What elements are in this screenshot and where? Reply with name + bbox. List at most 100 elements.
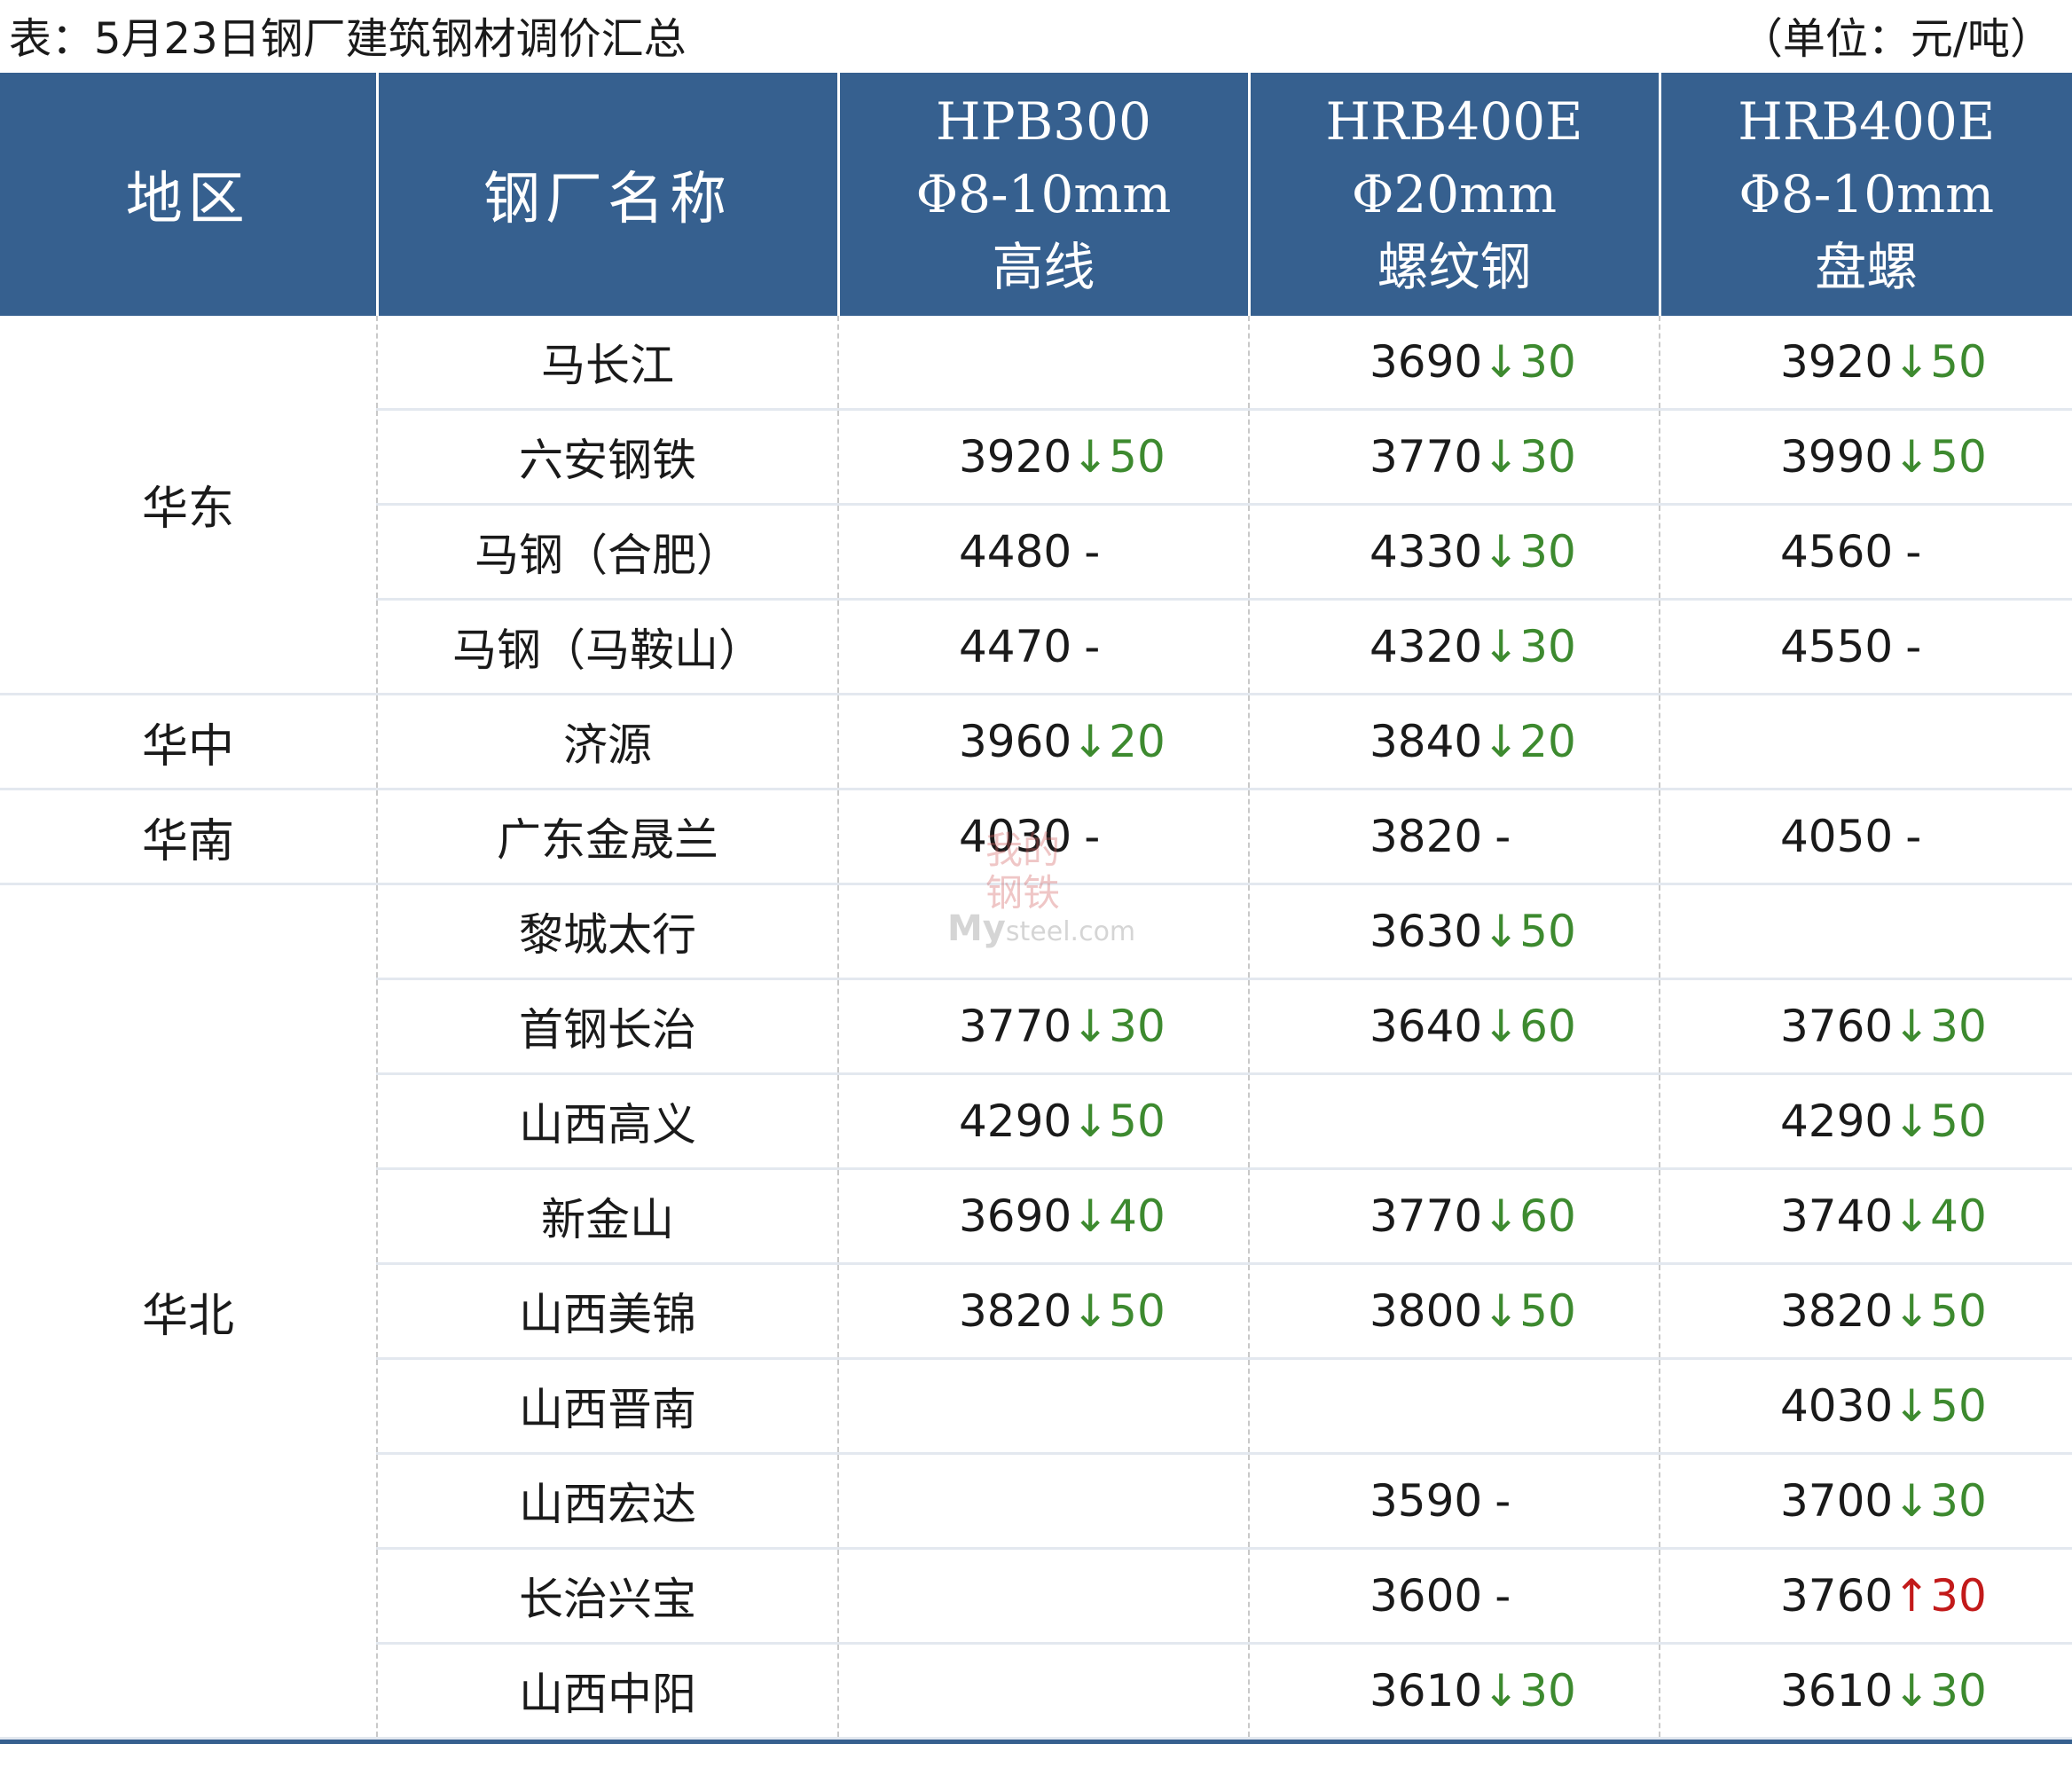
header-spec: Φ20mm — [1351, 164, 1558, 224]
mill-name-cell: 山西高义 — [377, 1073, 839, 1170]
header-product-2: HRB400E Φ20mm 螺纹钢 — [1247, 73, 1660, 316]
price-cell: 3800↓50 — [1249, 1263, 1660, 1360]
mill-name-cell: 山西中阳 — [377, 1643, 839, 1740]
price-change-down: ↓60 — [1482, 1190, 1576, 1242]
mill-name-cell: 六安钢铁 — [377, 409, 839, 506]
price-value: 3960 — [959, 716, 1072, 767]
price-cell: 3920↓50 — [1660, 316, 2072, 411]
region-cell: 华北 — [0, 884, 378, 1740]
price-value: 3800 — [1370, 1285, 1483, 1337]
price-change-down: ↓50 — [1071, 1285, 1166, 1337]
price-cell — [1249, 1073, 1660, 1170]
mill-name-cell: 首钢长治 — [377, 978, 839, 1075]
price-value: 3770 — [959, 1001, 1072, 1052]
price-value: 3760 — [1780, 1570, 1894, 1622]
price-cell — [838, 1358, 1250, 1455]
mill-name-cell: 山西晋南 — [377, 1358, 839, 1455]
mill-name-cell: 长治兴宝 — [377, 1548, 839, 1645]
price-value: 4470 — [959, 621, 1072, 672]
table-bottom-rule — [0, 1740, 2072, 1744]
price-value: 4330 — [1370, 526, 1483, 577]
mysteel-watermark: 我的钢铁 Mysteel.com — [947, 829, 1135, 954]
price-cell: 3820↓50 — [838, 1263, 1250, 1360]
price-change-down: ↓20 — [1071, 716, 1166, 767]
price-value: 4560 — [1780, 526, 1894, 577]
header-type: 盘螺 — [1815, 237, 1919, 297]
price-value: 3820 — [1370, 811, 1483, 862]
price-change-down: ↓30 — [1482, 1665, 1576, 1716]
header-grade: HRB400E — [1738, 91, 1996, 152]
mill-name-cell: 马长江 — [377, 316, 839, 411]
price-change-flat: - — [1905, 526, 1922, 577]
price-change-down: ↓30 — [1482, 621, 1576, 672]
price-cell: 3760↑30 — [1660, 1548, 2072, 1645]
price-cell — [838, 316, 1250, 411]
price-cell: 4480- — [838, 504, 1250, 601]
price-cell — [1249, 1358, 1660, 1455]
price-change-flat: - — [1495, 1475, 1511, 1527]
price-value: 3610 — [1370, 1665, 1483, 1716]
price-change-down: ↓20 — [1482, 716, 1576, 767]
region-cell: 华中 — [0, 694, 378, 790]
price-value: 3920 — [1780, 336, 1894, 388]
price-change-down: ↓50 — [1893, 1380, 1987, 1432]
price-cell: 3760↓30 — [1660, 978, 2072, 1075]
price-value: 3600 — [1370, 1570, 1483, 1622]
price-value: 3820 — [959, 1285, 1072, 1337]
price-value: 3740 — [1780, 1190, 1894, 1242]
price-change-down: ↓40 — [1071, 1190, 1166, 1242]
price-change-flat: - — [1905, 621, 1922, 672]
price-cell: 3690↓30 — [1249, 316, 1660, 411]
price-change-down: ↓30 — [1071, 1001, 1166, 1052]
price-cell — [838, 1453, 1250, 1550]
header-region: 地区 — [0, 73, 377, 316]
price-cell: 3610↓30 — [1660, 1643, 2072, 1740]
price-value: 3840 — [1370, 716, 1483, 767]
price-change-down: ↓30 — [1893, 1665, 1987, 1716]
price-cell: 3690↓40 — [838, 1168, 1250, 1265]
price-change-flat: - — [1495, 811, 1511, 862]
price-change-down: ↓60 — [1482, 1001, 1576, 1052]
price-change-down: ↓30 — [1482, 431, 1576, 483]
price-cell: 3840↓20 — [1249, 694, 1660, 790]
price-cell: 3630↓50 — [1249, 884, 1660, 980]
mill-name-cell: 黎城太行 — [377, 884, 839, 980]
price-change-flat: - — [1084, 526, 1101, 577]
price-cell: 3990↓50 — [1660, 409, 2072, 506]
price-cell: 3600- — [1249, 1548, 1660, 1645]
price-value: 3690 — [1370, 336, 1483, 388]
price-cell: 3770↓30 — [1249, 409, 1660, 506]
watermark-en-text: Mysteel.com — [947, 908, 1136, 949]
price-cell: 4470- — [838, 599, 1250, 695]
price-value: 4050 — [1780, 811, 1894, 862]
price-change-down: ↓50 — [1482, 1285, 1576, 1337]
table-title: 表：5月23日钢厂建筑钢材调价汇总 — [9, 14, 687, 64]
price-value: 3690 — [959, 1190, 1072, 1242]
price-cell: 3640↓60 — [1249, 978, 1660, 1075]
price-change-flat: - — [1084, 621, 1101, 672]
mill-name-cell: 新金山 — [377, 1168, 839, 1265]
header-type: 高线 — [992, 237, 1095, 297]
price-change-down: ↓30 — [1893, 1475, 1987, 1527]
price-cell: 4330↓30 — [1249, 504, 1660, 601]
price-cell: 3820↓50 — [1660, 1263, 2072, 1360]
price-cell: 4290↓50 — [1660, 1073, 2072, 1170]
price-value: 3990 — [1780, 431, 1894, 483]
price-value: 3770 — [1370, 1190, 1483, 1242]
price-value: 4550 — [1780, 621, 1894, 672]
header-spec: Φ8-10mm — [915, 164, 1172, 224]
table-body: 华东 马长江 3690↓30 3920↓50 六安钢铁 3920↓50 3770↓30 399… — [0, 316, 2072, 1740]
price-change-down: ↓50 — [1893, 336, 1987, 388]
price-change-down: ↓30 — [1893, 1001, 1987, 1052]
price-cell — [838, 1643, 1250, 1740]
price-cell: 3820- — [1249, 789, 1660, 885]
price-value: 4290 — [959, 1096, 1072, 1147]
price-change-down: ↓50 — [1482, 906, 1576, 957]
price-value: 4030 — [1780, 1380, 1894, 1432]
price-change-flat: - — [1905, 811, 1922, 862]
price-value: 4480 — [959, 526, 1072, 577]
mill-name-cell: 广东金晟兰 — [377, 789, 839, 885]
price-value: 3700 — [1780, 1475, 1894, 1527]
header-mill: 钢厂名称 — [375, 73, 838, 316]
price-cell: 3770↓30 — [838, 978, 1250, 1075]
